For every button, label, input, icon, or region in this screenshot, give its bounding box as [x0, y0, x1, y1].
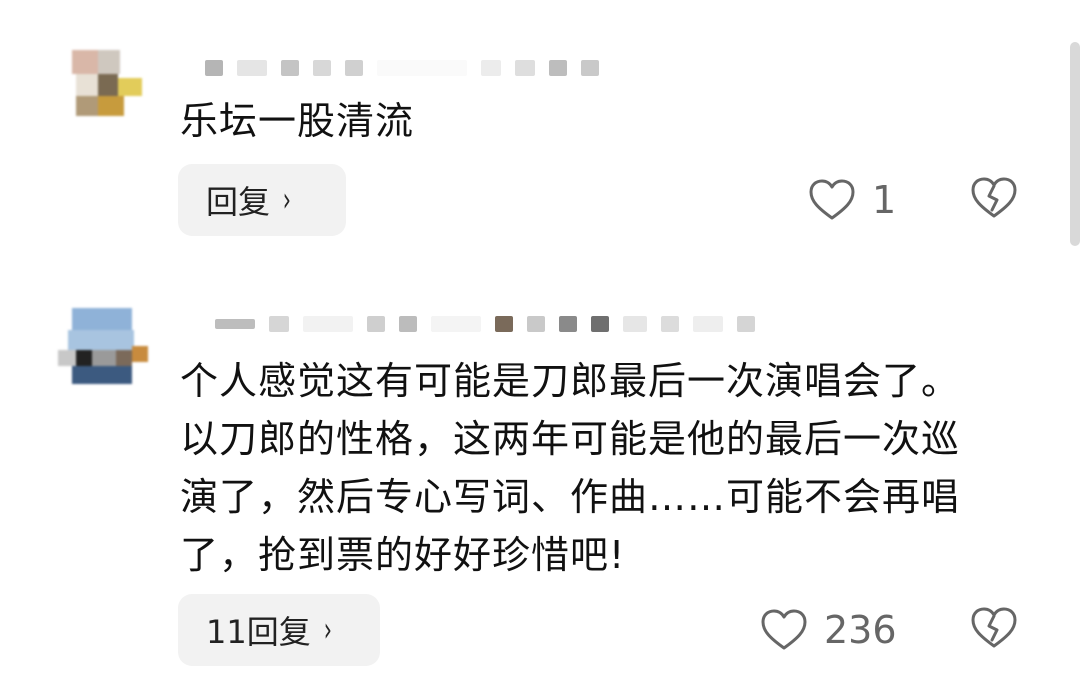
username-blurred[interactable]: [190, 48, 599, 88]
comment-text: 乐坛一股清流: [180, 99, 415, 143]
username-blurred[interactable]: [200, 304, 755, 344]
reply-button[interactable]: 11回复 ›: [178, 594, 380, 666]
heart-outline-icon: [760, 608, 808, 652]
broken-heart-icon: [970, 176, 1018, 220]
broken-heart-icon: [970, 606, 1018, 650]
avatar[interactable]: [58, 304, 150, 396]
dislike-button[interactable]: [970, 606, 1018, 654]
scrollbar[interactable]: [1070, 42, 1080, 246]
dislike-button[interactable]: [970, 176, 1018, 224]
comment-item: 个人感觉这有可能是刀郎最后一次演唱会了。 以刀郎的性格，这两年可能是他的最后一次…: [0, 290, 1060, 698]
like-button[interactable]: 236: [760, 600, 897, 660]
reply-button[interactable]: 回复 ›: [178, 164, 346, 236]
comment-item: 乐坛一股清流 回复 › 1: [0, 0, 1060, 260]
like-count: 236: [824, 608, 897, 652]
chevron-right-icon: ›: [282, 180, 291, 220]
chevron-right-icon: ›: [323, 610, 332, 650]
like-button[interactable]: 1: [808, 170, 896, 230]
like-count: 1: [872, 178, 897, 222]
reply-label: 11回复: [206, 613, 311, 651]
avatar[interactable]: [62, 42, 154, 134]
reply-label: 回复: [206, 183, 271, 221]
heart-outline-icon: [808, 178, 856, 222]
comment-text: 个人感觉这有可能是刀郎最后一次演唱会了。 以刀郎的性格，这两年可能是他的最后一次…: [180, 359, 961, 577]
